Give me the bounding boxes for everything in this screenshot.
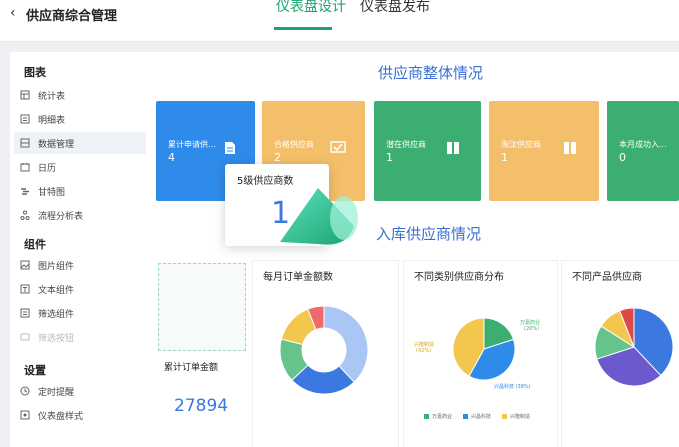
sidebar-item-calendar[interactable]: 日历 xyxy=(14,156,146,178)
kpi-card-value: 2 xyxy=(274,151,281,164)
legend-item: 兴隆制造 xyxy=(510,414,531,420)
category-pie-chart xyxy=(452,317,516,381)
calendar-icon xyxy=(20,163,30,172)
slice-pct-xinglong: (42%) xyxy=(416,348,432,354)
product-supplier-panel[interactable]: 不同产品供应商 xyxy=(562,261,679,447)
sidebar-item-image-component[interactable]: 图片组件 xyxy=(14,254,146,276)
kpi-card-label: 本月成功入... xyxy=(619,140,667,149)
cone-decoration xyxy=(280,188,358,245)
total-order-label: 累计订单金额 xyxy=(164,363,219,373)
sidebar-item-text-component[interactable]: 文本组件 xyxy=(14,278,146,300)
sidebar-item-label: 文本组件 xyxy=(38,285,75,296)
sidebar-item-stat-table[interactable]: 统计表 xyxy=(14,84,146,106)
clock-icon xyxy=(20,386,30,396)
category-distribution-panel[interactable]: 不同类别供应商分布 万嘉药业 (20%) 兴隆制造 (42%) 兴昌科技 (38… xyxy=(404,261,557,447)
legend-swatch xyxy=(463,414,469,419)
legend-swatch xyxy=(424,414,429,419)
table-icon xyxy=(20,90,30,100)
data-icon xyxy=(20,138,30,148)
top-bar: ‹ 供应商综合管理 仪表盘设计 仪表盘发布 xyxy=(0,0,679,42)
panel-title: 不同类别供应商分布 xyxy=(414,272,504,283)
sidebar-item-label: 筛选组件 xyxy=(38,309,75,320)
kpi-card-value: 1 xyxy=(386,151,393,164)
sidebar-item-label: 甘特图 xyxy=(38,187,66,198)
section-title-overall: 供应商整体情况 xyxy=(378,64,484,82)
kpi-card-value: 1 xyxy=(501,151,508,164)
kpi-card-monthly-success[interactable]: 本月成功入... 0 xyxy=(607,101,679,201)
gantt-icon xyxy=(21,188,29,195)
kpi-card-label: 累计申请供... xyxy=(168,140,216,149)
filter-icon xyxy=(20,308,30,318)
sidebar-item-label: 定时提醒 xyxy=(38,387,75,398)
sidebar-section-components: 组件 xyxy=(24,238,46,251)
legend-item: 万嘉药业 xyxy=(432,414,453,420)
kpi-card-potential[interactable]: 潜在供应商 1 xyxy=(374,101,481,201)
sidebar-item-label: 筛选按钮 xyxy=(38,333,75,344)
sidebar-item-filter-component[interactable]: 筛选组件 xyxy=(14,302,146,324)
slice-pct-wanjia: (20%) xyxy=(524,326,540,332)
palette-icon xyxy=(20,410,30,420)
app-title: 供应商综合管理 xyxy=(26,9,118,24)
slice-label-xinglong: 兴隆制造 xyxy=(414,342,435,348)
slice-label-wanjia: 万嘉药业 xyxy=(520,320,541,326)
book-icon xyxy=(447,142,459,154)
panel-title: 不同产品供应商 xyxy=(572,272,642,283)
sidebar-item-scheduled-reminder[interactable]: 定时提醒 xyxy=(14,380,146,402)
check-icon xyxy=(330,141,346,153)
filter-button-icon xyxy=(20,333,30,341)
legend: 万嘉药业 兴昌科技 兴隆制造 xyxy=(424,413,530,420)
document-icon xyxy=(225,142,235,154)
sidebar-section-charts: 图表 xyxy=(24,66,46,79)
sidebar-item-label: 明细表 xyxy=(38,115,66,126)
book-icon xyxy=(564,142,576,154)
sidebar-item-label: 流程分析表 xyxy=(38,211,84,222)
sidebar-item-label: 日历 xyxy=(38,163,57,174)
image-placeholder[interactable] xyxy=(158,263,246,351)
tab-dashboard-publish[interactable]: 仪表盘发布 xyxy=(360,0,430,24)
sidebar-item-gantt[interactable]: 甘特图 xyxy=(14,180,146,202)
sidebar-section-settings: 设置 xyxy=(24,364,46,377)
kpi-card-eliminated[interactable]: 淘汰供应商 1 xyxy=(489,101,599,201)
monthly-order-panel[interactable]: 每月订单金额数 xyxy=(253,261,398,447)
total-order-value: 27894 xyxy=(174,396,229,416)
flow-icon xyxy=(20,210,30,220)
sidebar-item-label: 统计表 xyxy=(38,91,66,102)
tab-dashboard-design[interactable]: 仪表盘设计 xyxy=(276,0,346,24)
sidebar-item-filter-button: 筛选按钮 xyxy=(14,326,146,348)
image-icon xyxy=(20,260,30,270)
chevron-left-icon[interactable]: ‹ xyxy=(10,5,16,21)
sidebar-item-label: 数据管理 xyxy=(38,139,75,150)
slice-label-xingchang: 兴昌科技 (38%) xyxy=(494,384,531,390)
kpi-card-label: 淘汰供应商 xyxy=(501,140,541,149)
text-icon xyxy=(20,284,30,294)
total-order-amount-card[interactable]: 累计订单金额 27894 xyxy=(156,352,248,447)
kpi-card-value: 4 xyxy=(168,151,175,164)
sidebar-item-label: 图片组件 xyxy=(38,261,75,272)
active-tab-indicator xyxy=(274,27,332,30)
panel-title: 每月订单金额数 xyxy=(263,272,333,283)
kpi-card-value: 0 xyxy=(619,151,626,164)
sidebar-item-data-management[interactable]: 数据管理 xyxy=(14,132,146,154)
sidebar-item-dashboard-style[interactable]: 仪表盘样式 xyxy=(14,404,146,426)
sidebar-item-label: 仪表盘样式 xyxy=(38,411,84,422)
list-icon xyxy=(20,114,30,124)
legend-item: 兴昌科技 xyxy=(471,414,492,420)
section-title-stocked: 入库供应商情况 xyxy=(376,225,482,243)
popover-title: 5级供应商数 xyxy=(237,176,294,187)
legend-swatch xyxy=(502,414,508,419)
monthly-order-donut-chart xyxy=(279,305,369,395)
kpi-card-label: 合格供应商 xyxy=(274,140,314,149)
product-pie-chart xyxy=(594,307,674,387)
sidebar-item-flow-analysis[interactable]: 流程分析表 xyxy=(14,204,146,226)
kpi-card-label: 潜在供应商 xyxy=(386,140,426,149)
sidebar-item-detail-table[interactable]: 明细表 xyxy=(14,108,146,130)
